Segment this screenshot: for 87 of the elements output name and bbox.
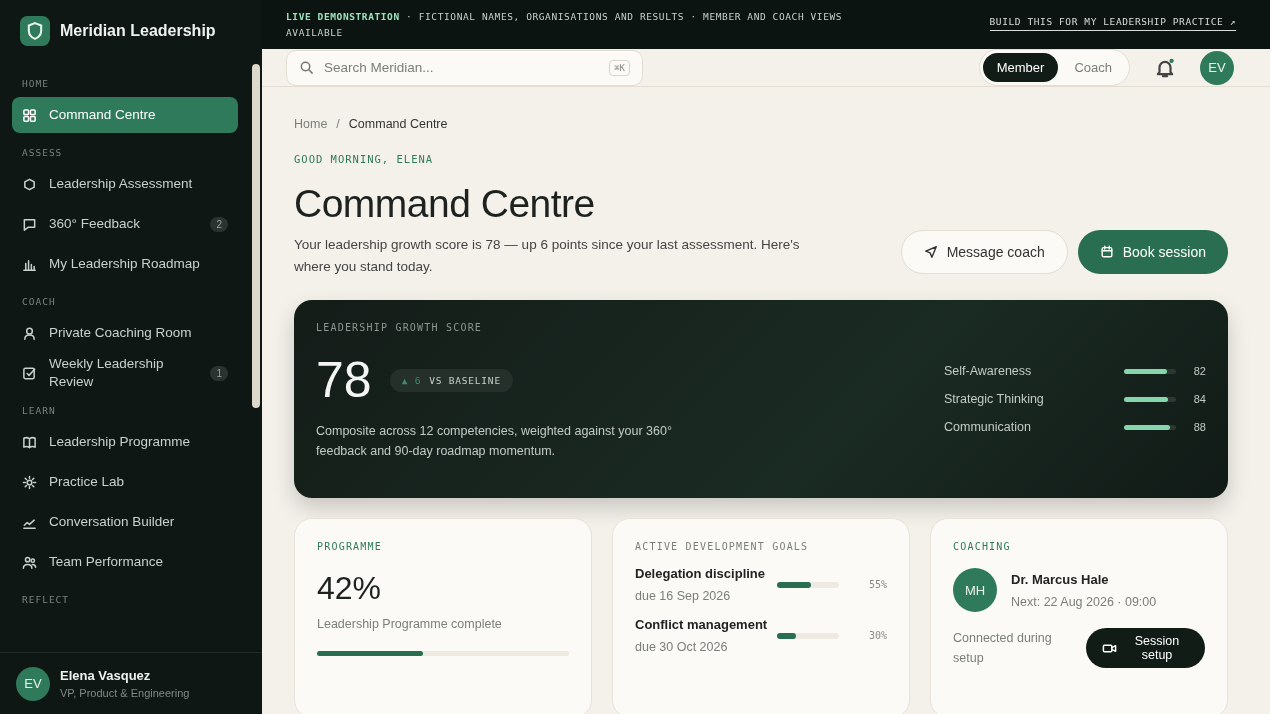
people-icon xyxy=(22,554,37,570)
session-setup-button[interactable]: Session setup xyxy=(1086,628,1205,668)
nav-item[interactable]: Conversation Builder xyxy=(12,504,238,540)
score-description: Composite across 12 competencies, weighted against your 360° feedback and 90-day roadmap momentum. xyxy=(316,423,673,460)
competency-score: 82 xyxy=(1192,365,1206,377)
nav-item[interactable]: Weekly Leadership Review 1 xyxy=(12,355,238,391)
search-input[interactable]: Search Meridian... xyxy=(322,59,602,76)
grid-icon xyxy=(22,107,37,123)
competency-score: 84 xyxy=(1192,393,1206,405)
view-tab[interactable]: Member xyxy=(982,53,1059,82)
programme-percent: 42% xyxy=(317,570,383,607)
nav-item[interactable]: Team Performance xyxy=(12,544,238,580)
nav-label: Practice Lab xyxy=(49,473,126,491)
nav-label: Private Coaching Room xyxy=(49,324,193,342)
user-avatar[interactable]: EV xyxy=(1200,50,1234,85)
search-icon xyxy=(299,60,314,75)
shortcut-key: ⌘K xyxy=(609,59,630,76)
shield-icon xyxy=(20,16,50,46)
banner-text: LIVE DEMONSTRATION · FICTIONAL NAMES, ORGANISATIONS AND RESULTS · MEMBER AND COACH VIEWS AVAILABLE xyxy=(286,10,844,40)
nav-item[interactable]: Leadership Programme xyxy=(12,424,238,460)
card-label: PROGRAMME xyxy=(317,541,383,552)
programme-caption: Leadership Programme complete xyxy=(317,617,503,631)
card-label: LEADERSHIP GROWTH SCORE xyxy=(316,322,484,333)
nav-item[interactable]: My Leadership Roadmap xyxy=(12,246,238,282)
nav-item[interactable]: 360° Feedback 2 xyxy=(12,206,238,242)
view-tab[interactable]: Coach xyxy=(1060,53,1126,82)
goal-due-date: due 16 Sep 2026 xyxy=(635,589,732,603)
card-label: COACHING xyxy=(953,541,1012,552)
competency-name: Communication xyxy=(944,420,1032,434)
nav-item[interactable]: Command Centre xyxy=(12,97,238,133)
search-field[interactable]: Search Meridian... ⌘K xyxy=(286,49,643,86)
message-coach-button[interactable]: Message coach xyxy=(900,230,1068,274)
connection-status: Connected during setup xyxy=(953,630,1053,667)
nav-label: Conversation Builder xyxy=(49,513,176,531)
score-value: 78 xyxy=(316,351,372,409)
send-icon xyxy=(923,245,938,259)
calendar-icon xyxy=(1099,245,1114,259)
next-session: Next: 22 Aug 2026 · 09:00 xyxy=(1011,594,1157,609)
nav-label: Leadership Assessment xyxy=(49,175,194,193)
coach-avatar: MH xyxy=(953,568,997,612)
page-subtitle: Your leadership growth score is 78 — up 6 points since your last assessment. Here's where you stand today. xyxy=(294,236,801,276)
competency-score: 88 xyxy=(1192,421,1206,433)
nav-item[interactable]: Practice Lab xyxy=(12,464,238,500)
user-name: Elena Vasquez xyxy=(60,668,152,683)
checkbox-icon xyxy=(22,365,37,381)
nav-label: Command Centre xyxy=(49,106,157,124)
book-icon xyxy=(22,434,37,450)
competency-name: Strategic Thinking xyxy=(944,392,1045,406)
goal-due-date: due 30 Oct 2026 xyxy=(635,640,729,654)
breadcrumb-separator: / xyxy=(336,117,340,131)
banner-link[interactable]: BUILD THIS FOR MY LEADERSHIP PRACTICE ↗ xyxy=(989,9,1236,31)
nav-label: Leadership Programme xyxy=(49,433,192,451)
nav-item[interactable]: Private Coaching Room xyxy=(12,315,238,351)
book-session-button[interactable]: Book session xyxy=(1077,230,1228,274)
nav-label: 360° Feedback xyxy=(49,215,141,233)
bell-icon[interactable] xyxy=(1154,56,1176,79)
chat-icon xyxy=(22,216,37,232)
delta-label: VS BASELINE xyxy=(429,374,501,386)
goal-name: Conflict management xyxy=(635,617,769,632)
section-label: REFLECT xyxy=(21,593,71,607)
section-label: HOME xyxy=(21,77,50,91)
goal-percent: 55% xyxy=(867,579,887,590)
nav-label: Weekly Leadership Review xyxy=(49,355,165,391)
card-label: ACTIVE DEVELOPMENT GOALS xyxy=(635,541,810,552)
competency-name: Self-Awareness xyxy=(944,364,1033,378)
nav-item[interactable]: Leadership Assessment xyxy=(12,166,238,202)
count-badge: 2 xyxy=(210,216,228,232)
delta-value: ▲ 6 xyxy=(401,374,422,386)
hexagon-icon xyxy=(22,176,37,192)
sun-icon xyxy=(22,474,37,490)
user-avatar[interactable]: EV xyxy=(16,666,50,701)
page-title: Command Centre xyxy=(294,182,596,226)
coach-name: Dr. Marcus Hale xyxy=(1011,571,1110,587)
nav-label: My Leadership Roadmap xyxy=(49,255,201,273)
user-role: VP, Product & Engineering xyxy=(60,687,190,699)
goal-name: Delegation discipline xyxy=(635,566,767,581)
section-label: COACH xyxy=(21,295,57,309)
nav-label: Team Performance xyxy=(49,553,165,571)
brand-name: Meridian Leadership xyxy=(60,22,216,40)
person-icon xyxy=(22,325,37,341)
goal-percent: 30% xyxy=(867,630,887,641)
section-label: LEARN xyxy=(21,404,57,418)
scrollbar[interactable] xyxy=(252,64,260,408)
breadcrumb-link[interactable]: Home xyxy=(294,117,328,131)
count-badge: 1 xyxy=(210,365,228,381)
section-label: ASSESS xyxy=(21,146,64,160)
greeting: GOOD MORNING, ELENA xyxy=(294,153,435,165)
